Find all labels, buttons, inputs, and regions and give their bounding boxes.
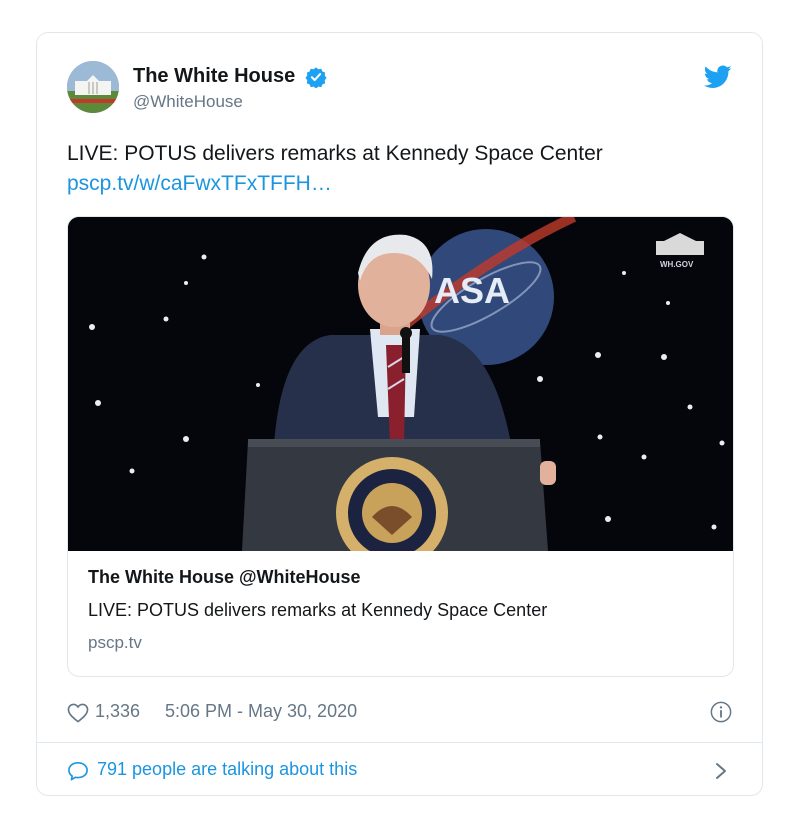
conversation-footer[interactable]: 791 people are talking about this <box>67 755 732 785</box>
info-icon[interactable] <box>710 701 732 723</box>
footer-divider <box>37 742 762 743</box>
card-domain[interactable]: pscp.tv <box>88 633 713 653</box>
verified-badge-icon <box>305 66 327 88</box>
embedded-tweet: The White House @WhiteHouse LIVE: POTUS … <box>36 32 763 796</box>
heart-icon[interactable] <box>67 703 89 723</box>
tweet-metadata: 1,336 5:06 PM - May 30, 2020 <box>67 699 732 727</box>
link-card[interactable]: ASA WH.GOV The White House @WhiteHouse L… <box>67 216 734 677</box>
author-display-name[interactable]: The White House <box>133 65 295 88</box>
tweet-header: The White House @WhiteHouse <box>67 61 732 121</box>
svg-text:WH.GOV: WH.GOV <box>660 260 694 269</box>
avatar[interactable] <box>67 61 119 113</box>
podium <box>242 439 548 551</box>
press-conference-image: ASA WH.GOV <box>68 217 733 551</box>
white-house-avatar-image <box>67 61 119 113</box>
speech-bubble-icon <box>68 762 88 781</box>
card-title[interactable]: The White House @WhiteHouse <box>88 567 713 588</box>
card-media[interactable]: ASA WH.GOV <box>68 217 733 551</box>
conversation-link[interactable]: 791 people are talking about this <box>97 759 357 780</box>
chevron-right-icon[interactable] <box>714 761 728 781</box>
card-description[interactable]: LIVE: POTUS delivers remarks at Kennedy … <box>88 600 713 621</box>
tweet-body: LIVE: POTUS delivers remarks at Kennedy … <box>67 142 603 165</box>
tweet-link[interactable]: pscp.tv/w/caFwxTFxTFFH… <box>67 169 732 199</box>
card-body[interactable]: The White House @WhiteHouse LIVE: POTUS … <box>88 567 713 653</box>
tweet-timestamp[interactable]: 5:06 PM - May 30, 2020 <box>165 701 357 722</box>
author-handle[interactable]: @WhiteHouse <box>133 92 327 112</box>
svg-text:ASA: ASA <box>434 270 510 311</box>
like-count[interactable]: 1,336 <box>95 701 140 722</box>
tweet-text: LIVE: POTUS delivers remarks at Kennedy … <box>67 139 732 199</box>
twitter-bird-icon[interactable] <box>704 65 732 89</box>
author[interactable]: The White House @WhiteHouse <box>133 65 327 112</box>
